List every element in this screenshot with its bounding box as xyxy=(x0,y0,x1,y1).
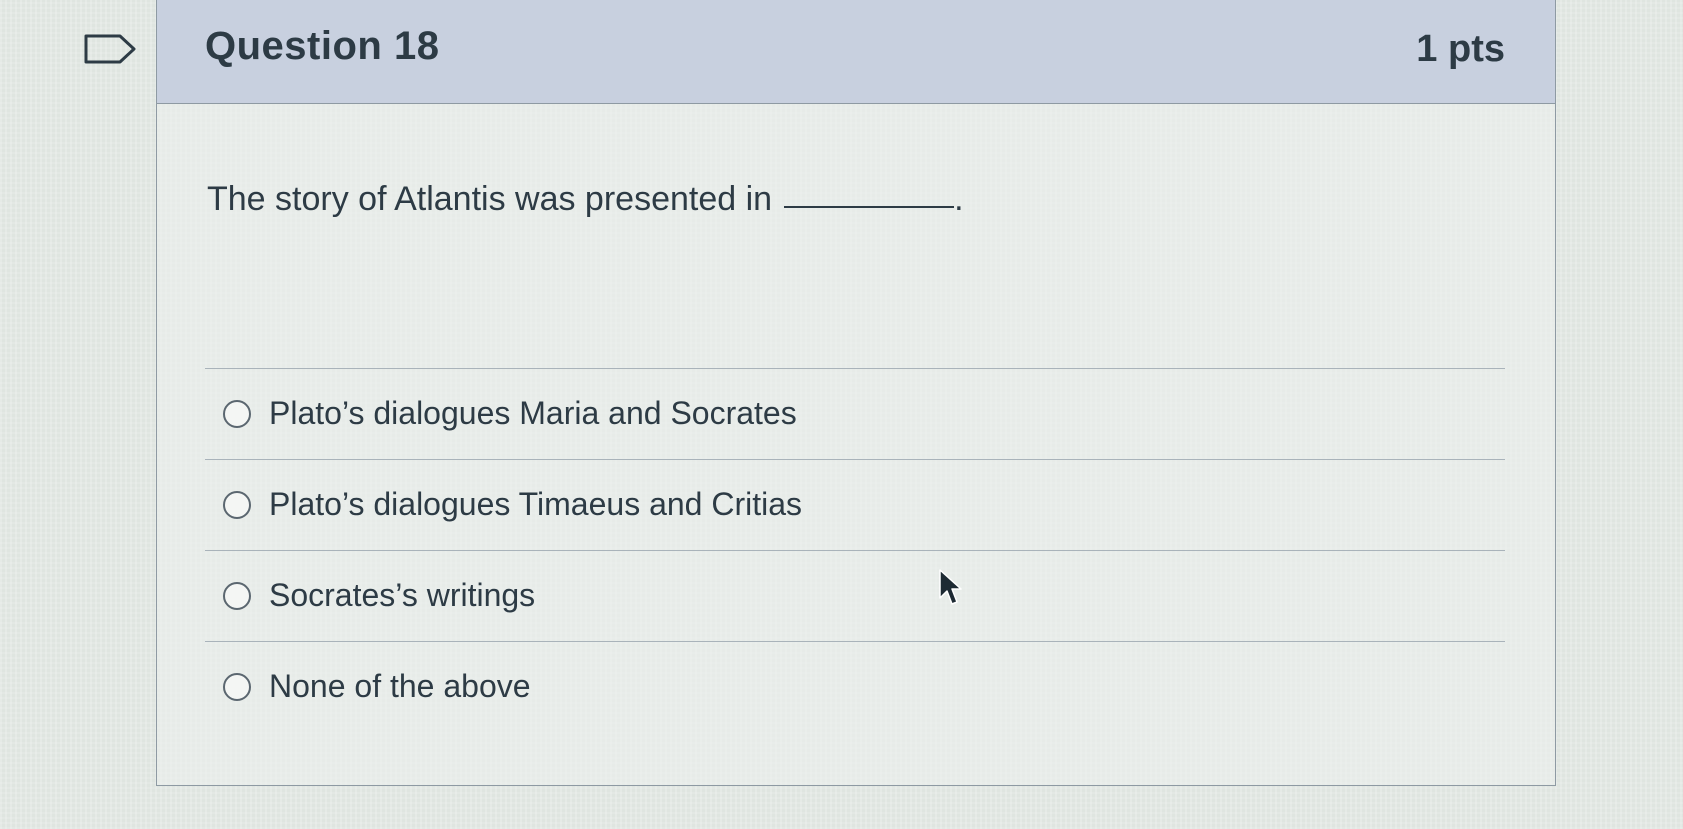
flag-question-icon[interactable] xyxy=(84,34,136,64)
answer-option-3[interactable]: Socrates’s writings xyxy=(205,550,1505,641)
question-title: Question 18 xyxy=(205,24,440,68)
answer-option-4[interactable]: None of the above xyxy=(205,641,1505,732)
answer-label: Plato’s dialogues Maria and Socrates xyxy=(269,395,797,431)
question-points: 1 pts xyxy=(1416,28,1505,70)
question-header: Question 18 1 pts xyxy=(157,0,1555,104)
question-text: The story of Atlantis was presented in. xyxy=(207,180,964,219)
fill-in-blank xyxy=(784,206,955,208)
answer-label: Socrates’s writings xyxy=(269,577,536,613)
answer-label: Plato’s dialogues Timaeus and Critias xyxy=(269,486,803,522)
radio-button[interactable] xyxy=(223,673,251,701)
answer-option-2[interactable]: Plato’s dialogues Timaeus and Critias xyxy=(205,459,1505,550)
mouse-pointer-icon xyxy=(939,569,962,605)
answer-label: None of the above xyxy=(269,668,531,704)
question-prompt-end: . xyxy=(954,180,964,218)
question-prompt: The story of Atlantis was presented in xyxy=(207,180,773,218)
radio-button[interactable] xyxy=(223,400,251,428)
answer-list: Plato’s dialogues Maria and Socrates Pla… xyxy=(205,368,1505,732)
answer-option-1[interactable]: Plato’s dialogues Maria and Socrates xyxy=(205,368,1505,459)
question-card: Question 18 1 pts The story of Atlantis … xyxy=(156,0,1556,786)
radio-button[interactable] xyxy=(223,582,251,610)
radio-button[interactable] xyxy=(223,491,251,519)
